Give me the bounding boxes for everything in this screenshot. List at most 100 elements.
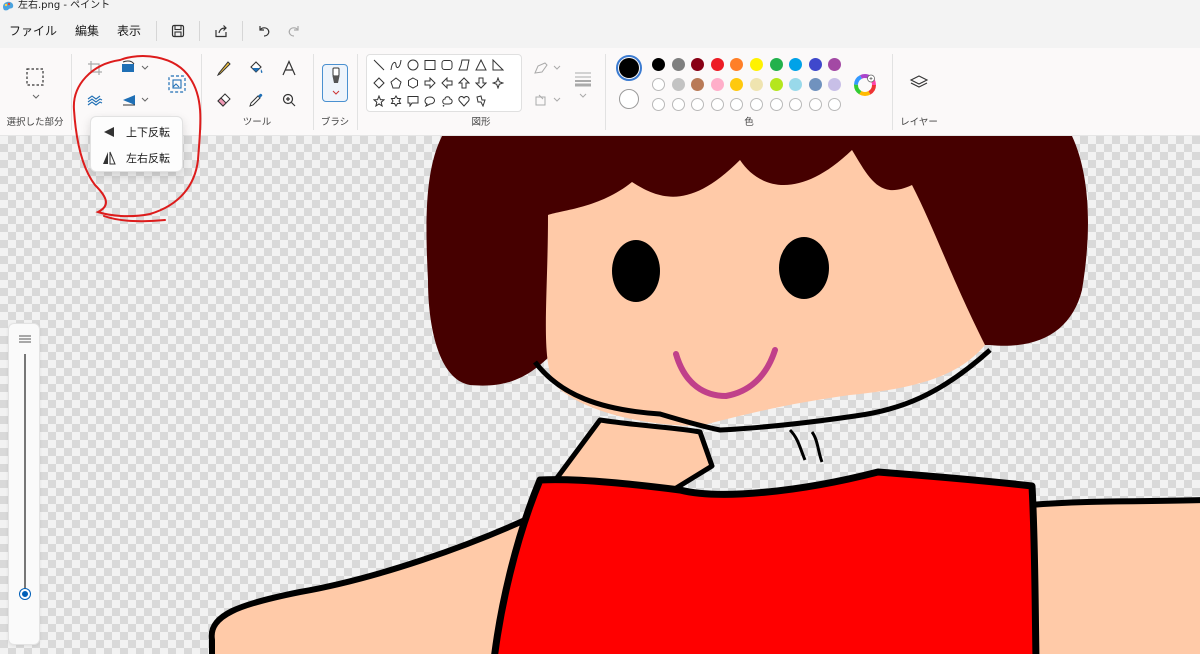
undo-button[interactable] [249, 18, 279, 44]
color-swatch[interactable] [671, 78, 685, 91]
share-button[interactable] [206, 18, 236, 44]
crop-button[interactable] [82, 56, 108, 80]
color-swatch[interactable] [750, 78, 763, 91]
shape-polygon[interactable] [456, 57, 472, 73]
curve-shape-icon [390, 59, 402, 71]
color-swatch[interactable] [710, 78, 724, 91]
menu-edit[interactable]: 編集 [66, 18, 108, 44]
arrow-up-shape-icon [458, 77, 470, 89]
color-swatch[interactable] [652, 78, 665, 91]
magnifier-button[interactable] [276, 88, 302, 112]
color-swatch[interactable] [808, 78, 822, 91]
color-swatch[interactable] [789, 78, 803, 91]
shape-curve[interactable] [388, 57, 404, 73]
shape-rounded-rectangle[interactable] [439, 57, 455, 73]
shape-fill-dropdown[interactable] [550, 88, 564, 112]
custom-color-slot[interactable] [769, 98, 783, 111]
color-swatch[interactable] [671, 58, 685, 71]
color-swatch[interactable] [691, 78, 705, 91]
shape-diamond[interactable] [371, 75, 387, 91]
color-swatch[interactable] [691, 58, 705, 71]
color-swatch[interactable] [730, 58, 744, 71]
custom-color-slot[interactable] [750, 98, 763, 111]
fill-button[interactable] [243, 56, 269, 80]
color-swatch[interactable] [730, 78, 744, 91]
image-pattern-icon [87, 95, 103, 106]
shape-six-point-star[interactable] [388, 93, 404, 109]
select-dropdown-button[interactable] [23, 90, 49, 104]
shape-five-point-star[interactable] [371, 93, 387, 109]
canvas-area[interactable] [0, 136, 1200, 654]
primary-color-swatch [619, 58, 639, 78]
custom-color-slot[interactable] [671, 98, 685, 111]
menu-view[interactable]: 表示 [108, 18, 150, 44]
undo-icon [259, 26, 270, 37]
color-swatch[interactable] [710, 58, 724, 71]
zoom-slider-track[interactable] [24, 354, 26, 590]
drawing-canvas[interactable] [0, 136, 1200, 654]
pencil-button[interactable] [211, 56, 237, 80]
shape-heart[interactable] [456, 93, 472, 109]
outline-dropdown[interactable] [550, 56, 564, 80]
color-swatch[interactable] [828, 78, 842, 91]
zoom-slider-thumb[interactable] [20, 589, 30, 599]
color-picker-button[interactable] [243, 88, 269, 112]
color-swatch[interactable] [789, 58, 803, 71]
custom-color-slot[interactable] [808, 98, 822, 111]
rotate-flip-menu: 上下反転 左右反転 [90, 116, 183, 172]
brush-button[interactable] [322, 64, 348, 102]
color-swatch[interactable] [652, 58, 665, 71]
group-label-selection: 選択した部分 [6, 117, 64, 128]
shape-arrow-right[interactable] [422, 75, 438, 91]
resize-dropdown[interactable] [138, 56, 152, 80]
chevron-down-icon [32, 94, 40, 99]
flip-horizontal-item[interactable]: 左右反転 [91, 145, 184, 171]
save-button[interactable] [163, 18, 193, 44]
shape-arrow-up[interactable] [456, 75, 472, 91]
shape-hexagon[interactable] [405, 75, 421, 91]
custom-color-slot[interactable] [710, 98, 724, 111]
custom-color-slot[interactable] [652, 98, 665, 111]
color-swatch[interactable] [750, 58, 763, 71]
shape-pentagon[interactable] [388, 75, 404, 91]
color-swatch[interactable] [828, 58, 842, 71]
color-swatch[interactable] [769, 78, 783, 91]
shape-right-triangle[interactable] [490, 57, 506, 73]
line-size-dropdown[interactable] [576, 90, 590, 102]
shape-arrow-left[interactable] [439, 75, 455, 91]
cloud-callout-icon [442, 96, 453, 107]
remove-background-button[interactable] [164, 72, 190, 96]
shape-rect-callout[interactable] [405, 93, 421, 109]
shape-lightning[interactable] [473, 93, 489, 109]
rotate-dropdown[interactable] [138, 88, 152, 112]
outline-button[interactable] [530, 56, 552, 80]
flip-vertical-item[interactable]: 上下反転 [91, 119, 184, 145]
shape-triangle[interactable] [473, 57, 489, 73]
custom-color-slot[interactable] [789, 98, 803, 111]
color-swatch[interactable] [769, 58, 783, 71]
redo-button[interactable] [279, 18, 309, 44]
shape-oval[interactable] [405, 57, 421, 73]
shape-cloud-callout[interactable] [439, 93, 455, 109]
shape-four-point-star[interactable] [490, 75, 506, 91]
shape-fill-icon [535, 94, 546, 106]
edit-colors-button[interactable] [854, 74, 876, 96]
image-generator-button[interactable] [82, 88, 108, 112]
shape-arrow-down[interactable] [473, 75, 489, 91]
shape-fill-button[interactable] [530, 88, 552, 112]
text-button[interactable] [276, 56, 302, 80]
group-label-layers: レイヤー [900, 117, 938, 128]
primary-color-button[interactable] [616, 55, 642, 81]
eraser-button[interactable] [211, 88, 237, 112]
custom-color-slot[interactable] [691, 98, 705, 111]
custom-color-slot[interactable] [828, 98, 842, 111]
shape-line[interactable] [371, 57, 387, 73]
secondary-color-button[interactable] [619, 89, 639, 109]
shape-rectangle[interactable] [422, 57, 438, 73]
shape-oval-callout[interactable] [422, 93, 438, 109]
layers-button[interactable] [905, 70, 933, 96]
color-swatch[interactable] [808, 58, 822, 71]
menu-file[interactable]: ファイル [0, 18, 66, 44]
select-button[interactable] [22, 64, 48, 90]
custom-color-slot[interactable] [730, 98, 744, 111]
